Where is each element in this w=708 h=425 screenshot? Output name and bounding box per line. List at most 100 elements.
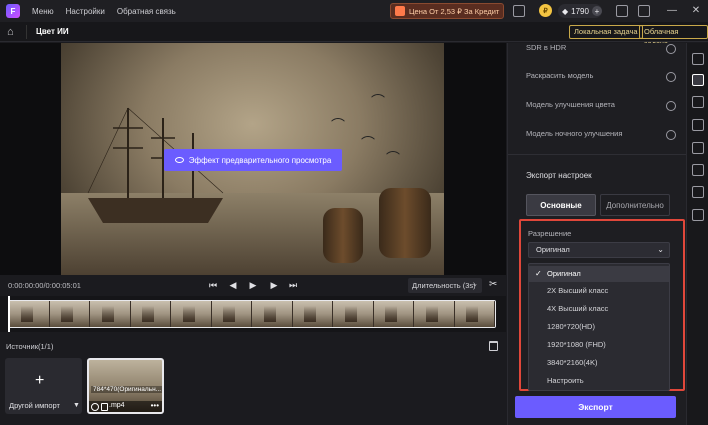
film-frame (252, 301, 293, 327)
clip-resolution: 784*470(Оригинальн... (91, 386, 162, 393)
preview-effect-button[interactable]: Эффект предварительного просмотра (164, 149, 342, 171)
radio-button[interactable] (666, 101, 676, 111)
option-label: Модель улучшения цвета (526, 100, 615, 109)
source-clip[interactable]: 784*470(Оригинальн... .mp4 ••• (87, 358, 164, 414)
credits-badge[interactable]: ◆ 1790 + (558, 4, 602, 18)
preview-area: ⌒ ⌒ ⌒ ⌒ Эффект предварительного просмотр… (0, 43, 506, 275)
color-ai-icon[interactable] (692, 74, 704, 86)
film-frame (9, 301, 50, 327)
menu-item-menu[interactable]: Меню (32, 7, 54, 16)
option-label: 4X Высший класс (547, 304, 609, 313)
close-button[interactable]: ✕ (690, 4, 702, 18)
more-icon[interactable]: ••• (151, 401, 159, 410)
notification-icon[interactable] (638, 5, 650, 17)
option-label: Модель ночного улучшения (526, 129, 623, 138)
menu-item-settings[interactable]: Настройки (66, 7, 105, 16)
select-icon[interactable] (692, 186, 704, 198)
resolution-section: Разрешение Оригинал ⌄ ✓ Оригинал 2X Высш… (519, 219, 685, 391)
option-label: 1920*1080 (FHD) (547, 340, 606, 349)
option-label: SDR в HDR (526, 43, 567, 52)
resolution-selected: Оригинал (536, 245, 570, 254)
local-task-button[interactable]: Локальная задача (569, 25, 643, 39)
tab-basic[interactable]: Основные (526, 194, 596, 216)
resolution-option-4k[interactable]: 3840*2160(4K) (529, 355, 669, 371)
resolution-option-hd[interactable]: 1280*720(HD) (529, 319, 669, 335)
resolution-option-original[interactable]: ✓ Оригинал (529, 266, 669, 282)
resolution-option-fhd[interactable]: 1920*1080 (FHD) (529, 337, 669, 353)
clip-extension: .mp4 (109, 402, 125, 409)
clock-icon (91, 403, 99, 411)
scissors-icon[interactable]: ✂ (489, 279, 497, 290)
check-icon: ✓ (535, 269, 542, 278)
video-icon[interactable] (692, 53, 704, 65)
tools-sidebar (686, 43, 708, 425)
grid-icon[interactable] (692, 119, 704, 131)
gift-icon (395, 6, 405, 16)
resolution-label: Разрешение (528, 229, 572, 238)
cart-icon[interactable] (616, 5, 628, 17)
chevron-down-icon[interactable]: ▼ (73, 402, 80, 409)
duration-label: Длительность (3s) (412, 281, 476, 290)
playhead[interactable] (8, 296, 10, 332)
radio-button[interactable] (666, 130, 676, 140)
radio-button[interactable] (666, 72, 676, 82)
film-frame (211, 301, 252, 327)
film-frame (333, 301, 374, 327)
play-icon[interactable]: ▶ (247, 279, 259, 291)
image-icon[interactable] (692, 209, 704, 221)
resolution-option-4x[interactable]: 4X Высший класс (529, 301, 669, 317)
effects-icon[interactable] (692, 96, 704, 108)
screen-icon[interactable] (513, 5, 525, 17)
skip-back-icon[interactable]: ⏮ (207, 279, 219, 291)
clip-footer: .mp4 ••• (89, 401, 162, 412)
divider (508, 154, 687, 155)
duration-select[interactable]: Длительность (3s) ⌄ (408, 278, 482, 293)
film-frame (171, 301, 212, 327)
resolution-option-custom[interactable]: Настроить (529, 373, 669, 389)
radio-button[interactable] (666, 44, 676, 54)
home-icon[interactable]: ⌂ (7, 26, 19, 38)
film-frame (414, 301, 455, 327)
add-credits-icon[interactable]: + (591, 6, 602, 16)
player-controls: 0:00:00:00/0:00:05:01 ⏮ ◀ ▶ ▶ ⏭ Длительн… (0, 275, 506, 295)
resolution-dropdown: ✓ Оригинал 2X Высший класс 4X Высший кла… (528, 263, 670, 391)
option-color-enhance[interactable]: Модель улучшения цвета (526, 100, 676, 114)
cloud-task-button[interactable]: Облачная задача (639, 25, 708, 48)
promo-banner[interactable]: Цена От 2,53 ₽ За Кредит (390, 3, 504, 19)
option-colorize[interactable]: Раскрасить модель (526, 71, 676, 85)
skip-forward-icon[interactable]: ⏭ (287, 279, 299, 291)
minimize-button[interactable]: — (666, 4, 678, 18)
option-label: Раскрасить модель (526, 71, 594, 80)
file-icon (101, 403, 108, 411)
next-frame-icon[interactable]: ▶ (268, 279, 280, 291)
resolution-option-2x[interactable]: 2X Высший класс (529, 283, 669, 299)
film-frame (130, 301, 171, 327)
prev-frame-icon[interactable]: ◀ (227, 279, 239, 291)
tab-advanced[interactable]: Дополнительно (600, 194, 670, 216)
plus-icon: + (35, 372, 45, 389)
preview-effect-label: Эффект предварительного просмотра (188, 155, 332, 165)
film-frame (454, 301, 495, 327)
import-button[interactable]: + Другой импорт ▼ (5, 358, 82, 414)
sources-header: Источник(1/1) (0, 338, 506, 354)
option-label: Настроить (547, 376, 584, 385)
option-night-enhance[interactable]: Модель ночного улучшения (526, 129, 676, 143)
bird-icon: ⌒ (331, 117, 345, 133)
barrel (379, 188, 431, 258)
edit-icon[interactable] (692, 142, 704, 154)
timeline-filmstrip[interactable] (0, 296, 506, 332)
chevron-down-icon: ⌄ (657, 245, 664, 254)
menu-item-feedback[interactable]: Обратная связь (117, 7, 176, 16)
eraser-icon[interactable] (692, 164, 704, 176)
export-button[interactable]: Экспорт (515, 396, 676, 418)
option-sdr-hdr[interactable]: SDR в HDR (526, 43, 676, 57)
trash-icon[interactable] (489, 341, 498, 351)
film-frame (292, 301, 333, 327)
bird-icon: ⌒ (361, 135, 375, 151)
resolution-select[interactable]: Оригинал ⌄ (528, 242, 670, 258)
bird-icon: ⌒ (371, 93, 385, 109)
toolbar-header: ⌂ Цвет ИИ Локальная задача Облачная зада… (0, 22, 708, 48)
eye-icon (174, 157, 184, 163)
coin-icon[interactable]: ₽ (539, 4, 552, 17)
film-frame (90, 301, 131, 327)
